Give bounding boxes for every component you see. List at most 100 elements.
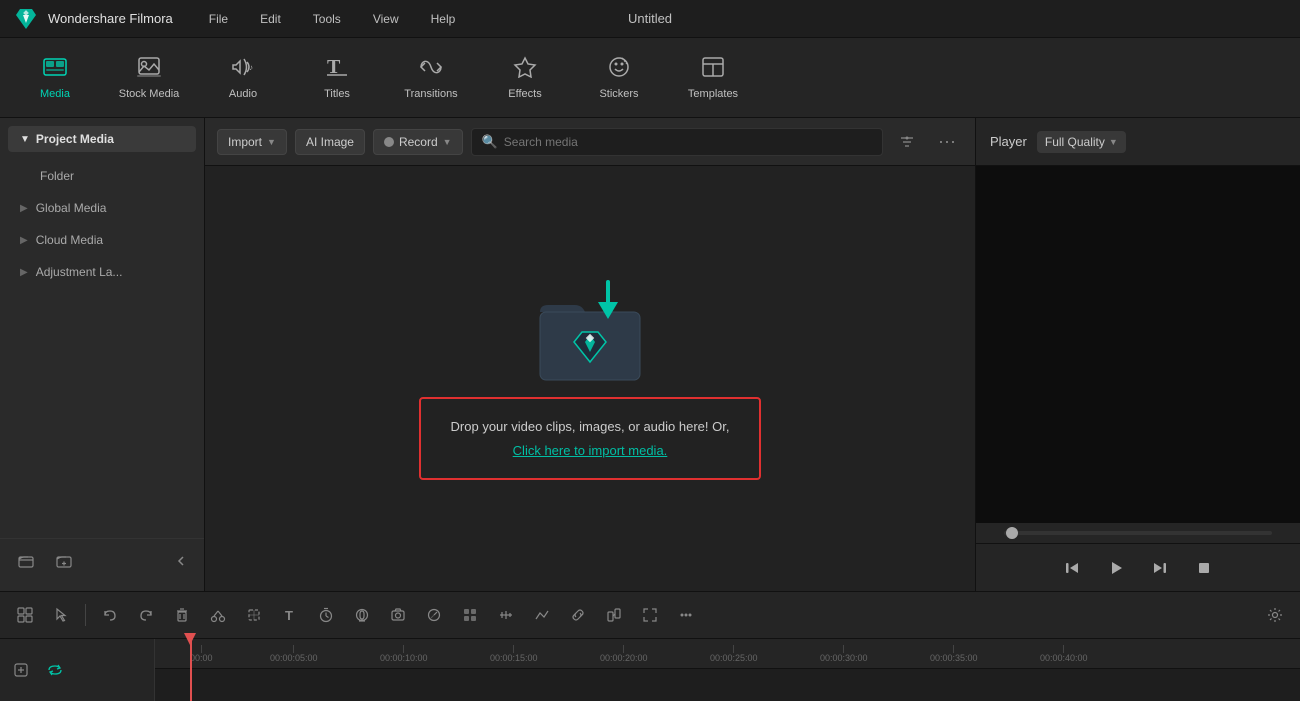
folder-label: Folder — [40, 169, 74, 183]
effects-icon — [513, 56, 537, 82]
player-header: Player Full Quality ▼ — [976, 118, 1300, 166]
ai-image-button[interactable]: AI Image — [295, 129, 365, 155]
import-media-link[interactable]: Click here to import media. — [513, 443, 668, 458]
tab-media[interactable]: Media — [10, 43, 100, 113]
tab-transitions[interactable]: Transitions — [386, 43, 476, 113]
audio-level-button[interactable] — [491, 600, 521, 630]
menu-help[interactable]: Help — [425, 8, 462, 30]
delete-button[interactable] — [167, 600, 197, 630]
titles-icon: T — [325, 56, 349, 82]
player-back-frame-button[interactable] — [1058, 554, 1086, 582]
chevron-down-icon: ▼ — [20, 134, 30, 145]
tab-templates[interactable]: Templates — [668, 43, 758, 113]
sidebar: ▼ Project Media Folder ▶ Global Media ▶ … — [0, 118, 205, 591]
record-label: Record — [399, 135, 438, 149]
menu-file[interactable]: File — [203, 8, 234, 30]
tab-templates-label: Templates — [688, 88, 738, 100]
undo-button[interactable] — [95, 600, 125, 630]
app-name: Wondershare Filmora — [48, 11, 173, 26]
more-options-button[interactable]: ··· — [931, 126, 963, 158]
settings-button[interactable] — [1260, 600, 1290, 630]
app-logo — [12, 5, 40, 33]
ruler-mark-1: 00:00:05:00 — [270, 645, 318, 663]
more-tl-button[interactable] — [671, 600, 701, 630]
quality-select[interactable]: Full Quality ▼ — [1037, 131, 1126, 153]
ruler-mark-5: 00:00:25:00 — [710, 645, 758, 663]
player-forward-frame-button[interactable] — [1146, 554, 1174, 582]
tab-audio[interactable]: ♪ Audio — [198, 43, 288, 113]
sidebar-item-global-media[interactable]: ▶ Global Media — [4, 193, 200, 223]
tab-stickers-label: Stickers — [599, 88, 638, 100]
import-arrow-icon: ▼ — [267, 137, 276, 147]
player-label: Player — [990, 134, 1027, 149]
import-button[interactable]: Import ▼ — [217, 129, 287, 155]
svg-text:♪: ♪ — [249, 63, 253, 72]
new-folder-button[interactable] — [50, 547, 78, 575]
chevron-right-icon-adjust: ▶ — [20, 267, 28, 278]
stickers-icon — [607, 56, 631, 82]
color-button[interactable] — [455, 600, 485, 630]
snapshot-button[interactable] — [383, 600, 413, 630]
sidebar-item-cloud-media[interactable]: ▶ Cloud Media — [4, 225, 200, 255]
search-input[interactable] — [504, 135, 872, 149]
transition-tl-button[interactable] — [527, 600, 557, 630]
drop-message-line1: Drop your video clips, images, or audio … — [451, 415, 730, 438]
fit-button[interactable] — [635, 600, 665, 630]
menu-bar: File Edit Tools View Help — [203, 8, 1288, 30]
player-controls — [976, 543, 1300, 591]
project-media-header[interactable]: ▼ Project Media — [8, 126, 196, 152]
tab-stock-media[interactable]: Stock Media — [104, 43, 194, 113]
player-panel: Player Full Quality ▼ — [975, 118, 1300, 591]
ruler-mark-2: 00:00:10:00 — [380, 645, 428, 663]
ruler-mark-6: 00:00:30:00 — [820, 645, 868, 663]
search-icon: 🔍 — [482, 134, 498, 150]
menu-edit[interactable]: Edit — [254, 8, 287, 30]
redo-button[interactable] — [131, 600, 161, 630]
cut-button[interactable] — [203, 600, 233, 630]
player-progress-knob[interactable] — [1006, 527, 1018, 539]
player-play-button[interactable] — [1102, 554, 1130, 582]
tab-stickers[interactable]: Stickers — [574, 43, 664, 113]
search-box[interactable]: 🔍 — [471, 128, 883, 156]
cloud-media-label: Cloud Media — [36, 233, 103, 247]
drop-message-box: Drop your video clips, images, or audio … — [419, 397, 762, 480]
sidebar-item-adjustment[interactable]: ▶ Adjustment La... — [4, 257, 200, 287]
tab-effects-label: Effects — [508, 88, 541, 100]
audio-icon-tl[interactable] — [347, 600, 377, 630]
timer-button[interactable] — [311, 600, 341, 630]
player-stop-button[interactable] — [1190, 554, 1218, 582]
sidebar-item-folder[interactable]: Folder — [4, 161, 200, 191]
adjustment-label: Adjustment La... — [36, 265, 123, 279]
link-button[interactable] — [563, 600, 593, 630]
tab-effects[interactable]: Effects — [480, 43, 570, 113]
detach-button[interactable] — [599, 600, 629, 630]
media-panel: Import ▼ AI Image Record ▼ 🔍 — [205, 118, 975, 591]
text-button[interactable]: T — [275, 600, 305, 630]
filter-button[interactable] — [891, 126, 923, 158]
playhead[interactable] — [190, 639, 192, 701]
menu-view[interactable]: View — [367, 8, 405, 30]
scene-view-button[interactable] — [10, 600, 40, 630]
ruler-mark-3: 00:00:15:00 — [490, 645, 538, 663]
select-tool-button[interactable] — [46, 600, 76, 630]
import-folder-button[interactable] — [12, 547, 40, 575]
speed-button[interactable] — [419, 600, 449, 630]
tab-titles-label: Titles — [324, 88, 350, 100]
crop-button[interactable] — [239, 600, 269, 630]
ruler-mark-0: 00:00 — [190, 645, 213, 663]
tab-transitions-label: Transitions — [404, 88, 457, 100]
tab-titles[interactable]: T Titles — [292, 43, 382, 113]
add-media-timeline-button[interactable] — [8, 657, 34, 683]
loop-button[interactable] — [42, 657, 68, 683]
ruler-mark-4: 00:00:20:00 — [600, 645, 648, 663]
quality-chevron-icon: ▼ — [1109, 137, 1118, 147]
menu-tools[interactable]: Tools — [307, 8, 347, 30]
player-canvas — [976, 166, 1300, 523]
ai-image-label: AI Image — [306, 135, 354, 149]
player-progress-bar[interactable] — [1004, 531, 1272, 535]
quality-label: Full Quality — [1045, 135, 1105, 149]
collapse-sidebar-button[interactable] — [170, 550, 192, 572]
record-button[interactable]: Record ▼ — [373, 129, 463, 155]
timeline-toolbar: T — [0, 592, 1300, 639]
toolbar-tabs: Media Stock Media ♪ Audio — [0, 38, 1300, 118]
